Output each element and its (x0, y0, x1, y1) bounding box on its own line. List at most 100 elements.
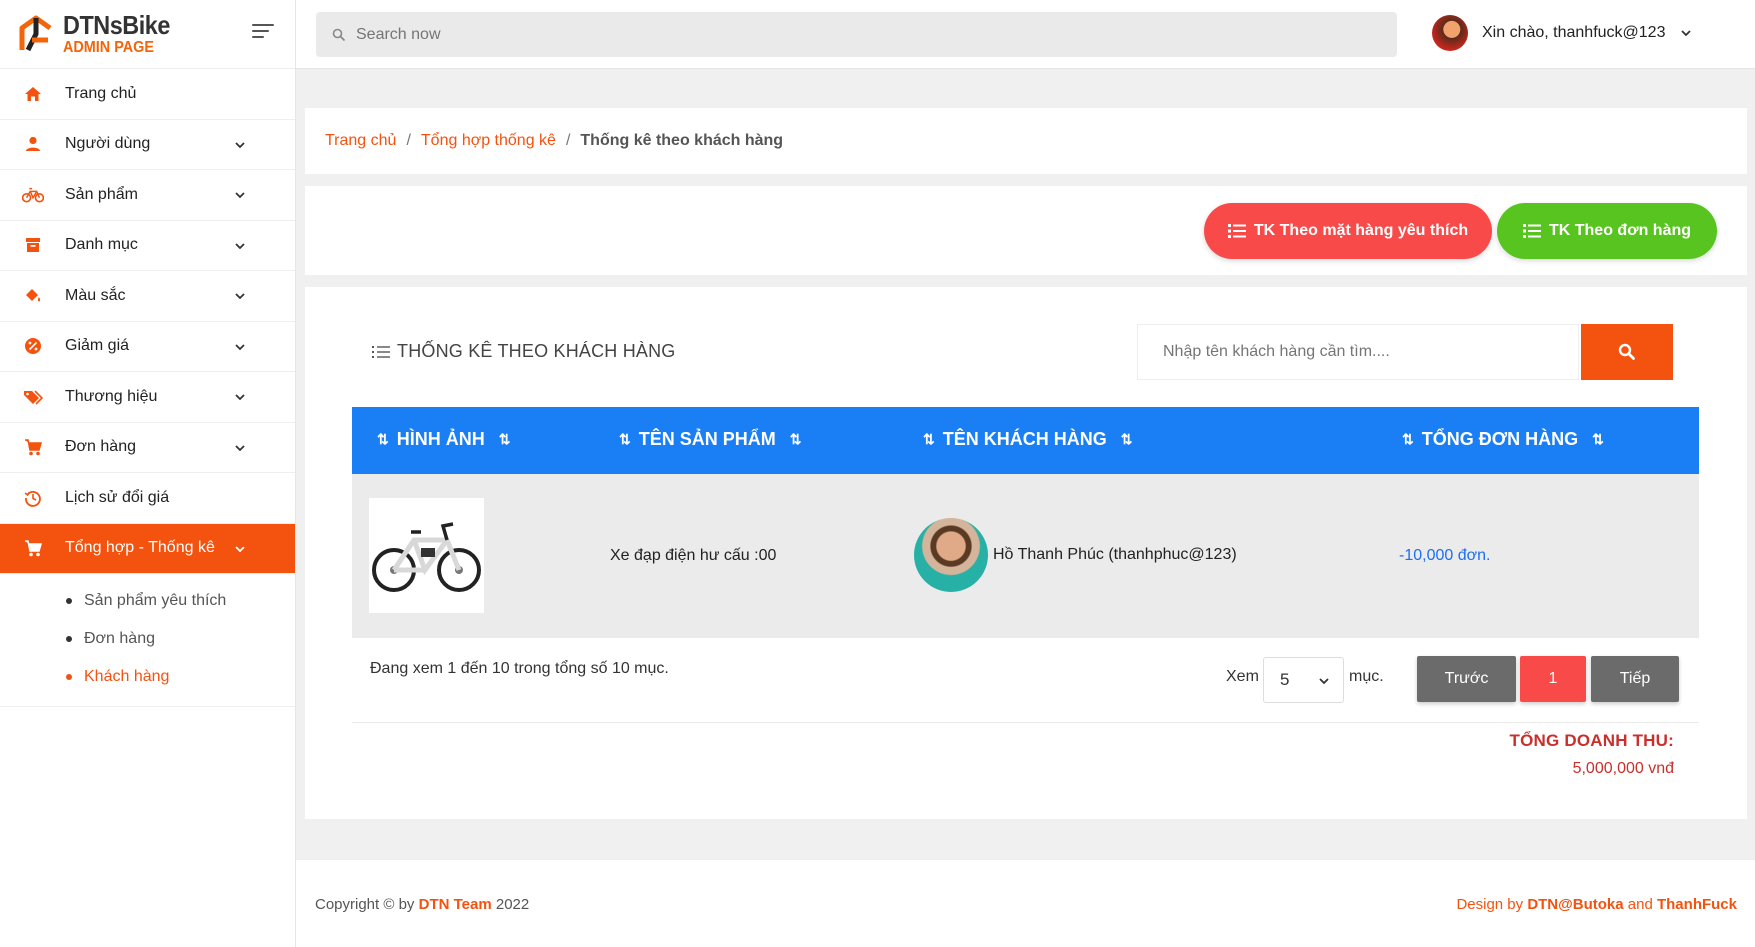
customer-search-input[interactable] (1138, 325, 1578, 379)
prev-page-button[interactable]: Trước (1417, 656, 1516, 702)
table-row[interactable]: Xe đạp điện hư cấu :00 Hồ Thanh Phúc (th… (352, 474, 1699, 638)
column-header-customer[interactable]: ⇅ TÊN KHÁCH HÀNG ⇅ (923, 429, 1146, 450)
breadcrumb-separator: / (565, 132, 571, 149)
avatar (1432, 15, 1468, 51)
chevron-down-icon (235, 192, 245, 199)
discount-badge-icon (22, 335, 44, 357)
column-header-image[interactable]: ⇅ HÌNH ẢNH ⇅ (377, 429, 524, 450)
page-size-suffix: mục. (1349, 668, 1384, 685)
sidebar-item-orders[interactable]: Đơn hàng (0, 423, 295, 473)
search-icon (332, 28, 346, 41)
stats-orders-button[interactable]: TK Theo đơn hàng (1497, 203, 1717, 259)
copyright-prefix: Copyright © by (315, 896, 415, 913)
sort-icon: ⇅ (1402, 431, 1414, 447)
breadcrumb-parent[interactable]: Tổng hợp thống kê (421, 132, 556, 150)
archive-icon (22, 234, 44, 256)
footer: Copyright © by DTN Team 2022 Design by D… (296, 859, 1755, 947)
page-size-value: 5 (1280, 670, 1290, 689)
sort-icon: ⇅ (619, 431, 631, 447)
column-label: TÊN KHÁCH HÀNG (942, 429, 1107, 449)
list-icon (1522, 224, 1541, 238)
list-icon (1227, 224, 1246, 238)
sidebar-item-price-history[interactable]: Lịch sử đổi giá (0, 473, 295, 524)
statistics-submenu: Sản phẩm yêu thích Đơn hàng Khách hàng (0, 574, 295, 707)
sidebar-item-label: Tổng hợp - Thống kê (65, 539, 215, 557)
sidebar-menu: Trang chủ Người dùng Sản phẩm Danh mục M… (0, 69, 295, 574)
history-icon (22, 487, 44, 509)
customer-search (1137, 324, 1579, 380)
stats-favorite-products-button[interactable]: TK Theo mặt hàng yêu thích (1204, 203, 1492, 259)
chevron-down-icon (1319, 678, 1329, 685)
brand-subtitle: ADMIN PAGE (63, 39, 154, 56)
sidebar-item-label: Màu sắc (65, 286, 126, 304)
chevron-down-icon (235, 141, 245, 148)
column-header-product[interactable]: ⇅ TÊN SẢN PHẨM ⇅ (619, 429, 815, 450)
column-label: TÊN SẢN PHẨM (638, 429, 776, 449)
sidebar-item-label: Đơn hàng (65, 438, 136, 456)
breadcrumb-home[interactable]: Trang chủ (325, 132, 396, 150)
author-link[interactable]: DTN@Butoka (1527, 896, 1623, 913)
bullet-icon (66, 674, 72, 680)
bullet-icon (66, 636, 72, 642)
section-title-text: THỐNG KÊ THEO KHÁCH HÀNG (397, 341, 676, 361)
brand[interactable]: DTNsBike ADMIN PAGE (0, 0, 295, 69)
section-title: THỐNG KÊ THEO KHÁCH HÀNG (371, 341, 676, 362)
page-1-button[interactable]: 1 (1520, 656, 1586, 702)
submenu-item-customers[interactable]: Khách hàng (0, 658, 295, 696)
global-search-input[interactable] (356, 25, 1256, 44)
global-search[interactable] (316, 12, 1397, 57)
breadcrumb: Trang chủ / Tổng hợp thống kê / Thống kê… (305, 108, 1747, 174)
sidebar-item-label: Thương hiệu (65, 387, 158, 405)
sidebar-item-users[interactable]: Người dùng (0, 120, 295, 170)
sidebar-item-colors[interactable]: Màu sắc (0, 271, 295, 322)
total-revenue-label: TỔNG DOANH THU: (1509, 731, 1674, 750)
paint-bucket-icon (22, 285, 44, 307)
page-size-label: Xem (1226, 668, 1259, 685)
chevron-down-icon (235, 343, 245, 350)
chevron-down-icon (235, 444, 245, 451)
table-header: ⇅ HÌNH ẢNH ⇅ ⇅ TÊN SẢN PHẨM ⇅ ⇅ TÊN KHÁCH HÀN… (352, 407, 1699, 474)
chevron-down-icon (1681, 30, 1692, 37)
chevron-down-icon (235, 394, 245, 401)
submenu-item-label: Đơn hàng (84, 630, 155, 647)
bullet-icon (66, 598, 72, 604)
page-size-select[interactable]: 5 (1263, 657, 1344, 703)
brand-name: DTNsBike (63, 10, 170, 40)
sidebar-item-label: Trang chủ (65, 84, 137, 102)
action-bar: TK Theo mặt hàng yêu thích TK Theo đơn h… (305, 186, 1747, 275)
author-link[interactable]: ThanhFuck (1657, 896, 1737, 913)
menu-toggle-icon[interactable] (252, 24, 274, 42)
sidebar-item-categories[interactable]: Danh mục (0, 221, 295, 271)
bicycle-icon (22, 184, 44, 206)
sidebar-item-discounts[interactable]: Giảm giá (0, 322, 295, 372)
sidebar-item-products[interactable]: Sản phẩm (0, 170, 295, 221)
team-link[interactable]: DTN Team (419, 896, 492, 913)
submenu-item-orders[interactable]: Đơn hàng (0, 620, 295, 658)
copyright: Copyright © by DTN Team 2022 (315, 896, 529, 913)
sidebar-item-statistics[interactable]: Tổng hợp - Thống kê (0, 523, 295, 574)
customer-name: Hồ Thanh Phúc (thanhphuc@123) (993, 546, 1237, 563)
submenu-item-favorite-products[interactable]: Sản phẩm yêu thích (0, 582, 295, 620)
cart-icon (22, 537, 44, 559)
column-label: HÌNH ẢNH (396, 429, 485, 449)
customer-search-button[interactable] (1581, 324, 1673, 380)
chevron-down-icon (235, 293, 245, 300)
next-page-button[interactable]: Tiếp (1591, 656, 1679, 702)
breadcrumb-separator: / (406, 132, 411, 149)
pagination-info: Đang xem 1 đến 10 trong tổng số 10 mục. (370, 660, 669, 677)
sidebar-item-label: Người dùng (65, 135, 151, 153)
submenu-item-label: Khách hàng (84, 668, 170, 685)
sidebar-item-label: Lịch sử đổi giá (65, 488, 170, 506)
product-image (369, 498, 484, 613)
total-orders: -10,000 đơn. (1399, 547, 1491, 564)
sidebar-item-brands[interactable]: Thương hiệu (0, 372, 295, 423)
list-icon (372, 345, 390, 358)
column-header-total[interactable]: ⇅ TỔNG ĐƠN HÀNG ⇅ (1402, 429, 1618, 450)
sidebar-item-home[interactable]: Trang chủ (0, 69, 295, 120)
sidebar-item-label: Danh mục (65, 236, 138, 254)
tags-icon (22, 386, 44, 408)
user-menu[interactable]: Xin chào, thanhfuck@123 (1432, 15, 1693, 51)
sort-icon: ⇅ (1592, 431, 1604, 447)
user-icon (22, 133, 44, 155)
credit-and: and (1627, 896, 1653, 913)
